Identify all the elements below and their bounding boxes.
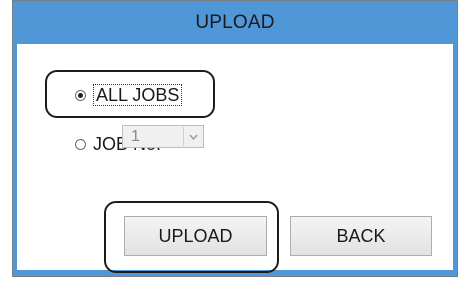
back-button[interactable]: BACK: [290, 216, 432, 256]
all-jobs-label: ALL JOBS: [93, 84, 183, 106]
job-number-value: 1: [131, 127, 140, 145]
upload-dialog: UPLOAD ALL JOBS JOB No. 1 UPLOAD BACK: [12, 0, 458, 277]
dialog-body: ALL JOBS JOB No. 1 UPLOAD BACK: [17, 44, 453, 270]
job-number-select[interactable]: 1: [122, 125, 204, 148]
dialog-title: UPLOAD: [195, 11, 275, 33]
upload-button[interactable]: UPLOAD: [124, 216, 267, 256]
radio-unselected-icon: [75, 139, 86, 150]
radio-selected-icon: [75, 89, 86, 101]
chevron-down-icon[interactable]: [183, 127, 202, 146]
all-jobs-radio[interactable]: ALL JOBS: [75, 84, 183, 106]
